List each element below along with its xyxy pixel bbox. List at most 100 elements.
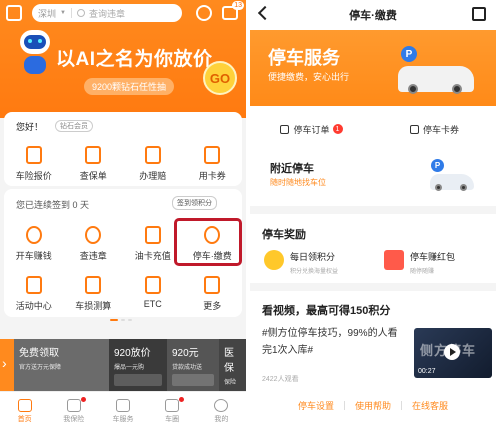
nearby-title: 附近停车 xyxy=(270,163,314,175)
promo-card[interactable]: 免费领取 官方送万元保障 xyxy=(14,339,109,391)
section-divider xyxy=(250,206,496,214)
order-badge: 1 xyxy=(332,124,343,134)
city-selector[interactable]: 深圳 xyxy=(38,7,56,20)
tab-label: 车服务 xyxy=(112,415,134,423)
signin-button[interactable]: 签到领积分 xyxy=(172,196,217,210)
grid-item-activity[interactable]: 活动中心 xyxy=(9,276,59,312)
parking-p-icon: P xyxy=(401,46,417,62)
promo-title: 920元 xyxy=(172,348,199,359)
member-badge[interactable]: 钻石会员 xyxy=(55,120,93,132)
reward-name: 停车赚红包 xyxy=(410,252,456,262)
grid-item-more[interactable]: 更多 xyxy=(187,276,237,312)
view-count: 2422人观看 xyxy=(262,376,299,383)
car-illustration xyxy=(430,174,474,191)
tab-parking-coupons[interactable]: 停车卡券 xyxy=(373,118,496,140)
ai-robot-mascot xyxy=(14,30,54,76)
profile-icon xyxy=(214,398,229,412)
home-icon xyxy=(17,398,32,412)
tab-profile[interactable]: 我的 xyxy=(201,398,241,424)
reward-daily-points[interactable]: 每日领积分 积分兑换海量权益 xyxy=(264,250,338,275)
tab-label: 我的 xyxy=(214,415,229,423)
claim-icon xyxy=(144,146,161,164)
grid-item-fuel-card[interactable]: 油卡充值 xyxy=(128,226,178,262)
link-online-service[interactable]: 在线客服 xyxy=(402,399,458,412)
promo-card[interactable]: 920元 贷款成功送 xyxy=(167,339,219,391)
scan-icon[interactable] xyxy=(6,5,22,21)
reward-name: 每日领积分 xyxy=(290,252,336,262)
document-icon xyxy=(85,146,102,164)
promo-card[interactable]: 920放价 爆品一元购 xyxy=(109,339,167,391)
grid-item-violation[interactable]: 查违章 xyxy=(68,226,118,262)
coupon-icon xyxy=(204,146,221,164)
banner-title: 停车服务 xyxy=(268,48,340,68)
more-grid-icon xyxy=(204,276,221,294)
grid-item-drive-earn[interactable]: 开车赚钱 xyxy=(9,226,59,262)
coupon-icon xyxy=(409,124,419,134)
message-icon[interactable]: 13 xyxy=(222,1,244,20)
back-arrow-icon[interactable] xyxy=(257,5,273,21)
promo-sub: 保险 xyxy=(224,380,237,386)
service-row-3: 活动中心 车损测算 ETC 更多 xyxy=(4,276,242,312)
service-row-1: 车险报价 查保单 办理赔 用卡券 xyxy=(4,146,242,182)
banner-subtitle: 9200颗钻石任性抽 xyxy=(84,78,175,95)
search-input[interactable]: 深圳 ▼ 查询违章 xyxy=(32,4,182,22)
footer-links: 停车设置 使用帮助 在线客服 xyxy=(250,394,496,416)
go-button[interactable]: GO xyxy=(203,61,237,95)
video-thumbnail[interactable]: 侧方停车 00:27 xyxy=(414,328,492,378)
video-description[interactable]: #侧方位停车技巧，99%的人看完1次入库# xyxy=(262,325,402,359)
arrow-right-icon[interactable] xyxy=(0,339,14,391)
promo-sub: 贷款成功送 xyxy=(172,365,203,371)
grid-item-coupon[interactable]: 用卡券 xyxy=(187,146,237,182)
video-duration: 00:27 xyxy=(418,368,436,375)
parking-tabs: 停车订单 1 停车卡券 xyxy=(250,118,496,140)
tab-home[interactable]: 首页 xyxy=(5,398,45,424)
grid-label: 查保单 xyxy=(79,171,107,181)
insurance-icon xyxy=(66,398,81,412)
page-title: 停车·缴费 xyxy=(349,10,397,22)
customer-service-icon[interactable] xyxy=(196,5,212,21)
tab-parking-orders[interactable]: 停车订单 1 xyxy=(250,118,373,140)
notification-dot xyxy=(179,396,185,402)
grid-item-quote[interactable]: 车险报价 xyxy=(9,146,59,182)
nav-bar: 停车·缴费 xyxy=(250,0,496,30)
shield-icon xyxy=(25,146,42,164)
car-money-icon xyxy=(25,226,42,244)
grid-label: 活动中心 xyxy=(15,301,52,311)
grid-label: 车损测算 xyxy=(75,301,112,311)
link-parking-settings[interactable]: 停车设置 xyxy=(288,399,344,412)
coin-icon xyxy=(264,250,284,270)
nearby-parking-card[interactable]: 附近停车 随时随地找车位 P xyxy=(250,150,496,200)
reward-red-packet[interactable]: 停车赚红包 随停随赚 xyxy=(384,250,455,275)
car-service-icon xyxy=(115,398,130,412)
promo-card[interactable]: 医保 保险 xyxy=(219,339,246,391)
greeting: 您好！ xyxy=(16,122,44,132)
calculator-icon xyxy=(85,276,102,294)
grid-item-policy[interactable]: 查保单 xyxy=(68,146,118,182)
red-packet-icon xyxy=(384,250,404,270)
tab-community[interactable]: 车圈 xyxy=(152,396,192,424)
tab-label: 车圈 xyxy=(165,415,180,423)
notification-dot xyxy=(80,396,86,402)
promo-title: 920放价 xyxy=(114,348,151,359)
grid-item-damage-calc[interactable]: 车损测算 xyxy=(68,276,118,312)
fuel-card-icon xyxy=(144,226,161,244)
section-divider xyxy=(250,283,496,291)
tab-label: 停车订单 xyxy=(293,124,330,135)
grid-label: 更多 xyxy=(203,301,222,311)
grid-label: 查违章 xyxy=(79,251,107,261)
tab-insurance[interactable]: 我保险 xyxy=(54,396,94,424)
grid-item-etc[interactable]: ETC xyxy=(128,276,178,312)
video-section-title: 看视频，最高可得150积分 xyxy=(262,305,391,317)
share-icon[interactable] xyxy=(472,7,486,21)
bottom-tab-bar: 首页 我保险 车服务 车圈 我的 xyxy=(0,391,246,430)
nearby-subtitle: 随时随地找车位 xyxy=(270,178,326,187)
tab-car-service[interactable]: 车服务 xyxy=(103,398,143,424)
violation-icon xyxy=(85,226,102,244)
grid-label: 用卡券 xyxy=(198,171,226,181)
right-screen: 停车·缴费 停车服务 便捷缴费，安心出行 P 停车订单 1 停车卡券 附近停车 … xyxy=(250,0,496,430)
banner-title[interactable]: 以AI之名为你放价 xyxy=(56,44,213,71)
chevron-down-icon: ▼ xyxy=(60,10,66,16)
grid-item-claim[interactable]: 办理赔 xyxy=(128,146,178,182)
play-icon[interactable] xyxy=(444,344,460,360)
link-help[interactable]: 使用帮助 xyxy=(345,399,401,412)
